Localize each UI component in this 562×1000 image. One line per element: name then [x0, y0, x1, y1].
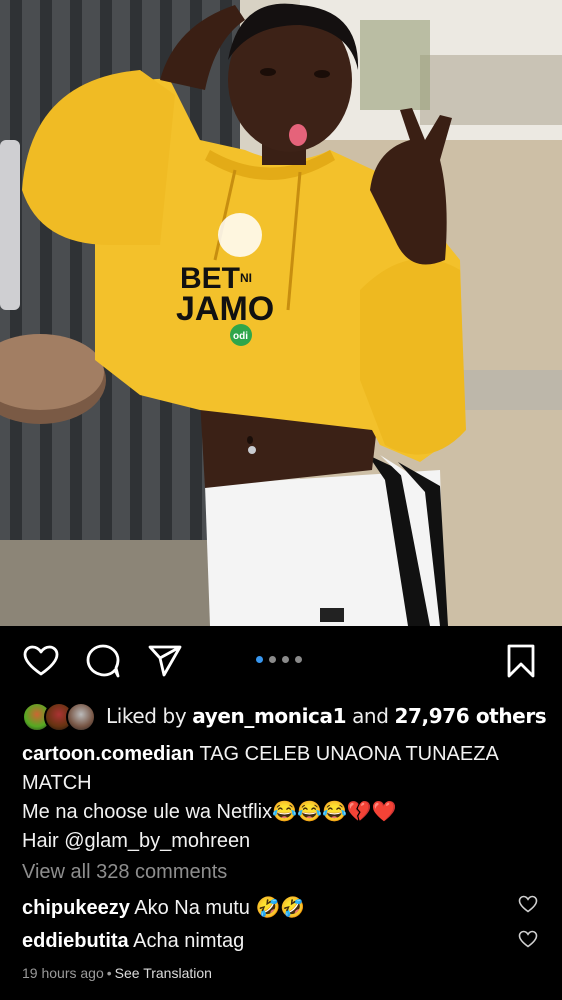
hoodie-logo-brand: odi [233, 331, 248, 342]
likes-row[interactable]: Liked by ayen_monica1 and 27,976 others [22, 700, 547, 732]
caption-emoji: 😂😂😂💔❤️ [272, 801, 397, 823]
like-button[interactable] [22, 644, 60, 678]
comment-emoji: 🤣🤣 [255, 897, 306, 919]
comment-item: chipukeezy Ako Na mutu 🤣🤣 [22, 895, 522, 920]
comment-like-heart-icon[interactable] [518, 930, 538, 948]
likes-count[interactable]: 27,976 others [394, 704, 546, 728]
avatar [66, 702, 96, 732]
carousel-indicator [256, 656, 302, 663]
view-all-comments-link[interactable]: View all 328 comments [22, 861, 227, 884]
likes-and: and [352, 704, 389, 728]
likes-text: Liked by ayen_monica1 and 27,976 others [106, 704, 547, 728]
post-photo[interactable]: BET NI JAMO odi [0, 0, 562, 626]
share-button[interactable] [146, 644, 184, 678]
comment-text: Acha nimtag [133, 930, 245, 952]
carousel-dot-1[interactable] [256, 656, 263, 663]
caption-username[interactable]: cartoon.comedian [22, 743, 194, 765]
photo-illustration: BET NI JAMO odi [0, 0, 562, 626]
comment-username[interactable]: eddiebutita [22, 930, 129, 952]
carousel-dot-3[interactable] [282, 656, 289, 663]
post-timestamp: 19 hours ago [22, 965, 104, 981]
post-caption: cartoon.comedian TAG CELEB UNAONA TUNAEZ… [22, 740, 542, 856]
liker-avatars [22, 702, 98, 732]
comment-username[interactable]: chipukeezy [22, 897, 130, 919]
see-translation-link[interactable]: See Translation [115, 965, 212, 981]
bookmark-icon [507, 644, 535, 678]
comment-item: eddiebutita Acha nimtag [22, 930, 522, 953]
comment-icon [86, 644, 120, 678]
likes-prefix: Liked by [106, 704, 187, 728]
meta-separator: • [106, 965, 112, 981]
heart-icon [23, 645, 59, 676]
post-meta: 19 hours ago • See Translation [22, 965, 212, 981]
carousel-dot-4[interactable] [295, 656, 302, 663]
comment-text: Ako Na mutu [134, 897, 250, 919]
post-action-bar [0, 636, 562, 686]
hoodie-logo-ni: NI [240, 271, 252, 285]
hoodie-logo-line2: JAMO [176, 290, 274, 328]
comment-button[interactable] [84, 644, 122, 678]
save-button[interactable] [502, 644, 540, 678]
comment-like-heart-icon[interactable] [518, 895, 538, 913]
caption-line2: Me na choose ule wa Netflix [22, 801, 273, 823]
caption-line3: Hair @glam_by_mohreen [22, 830, 251, 852]
share-icon [148, 645, 182, 677]
likes-user[interactable]: ayen_monica1 [192, 704, 346, 728]
carousel-dot-2[interactable] [269, 656, 276, 663]
